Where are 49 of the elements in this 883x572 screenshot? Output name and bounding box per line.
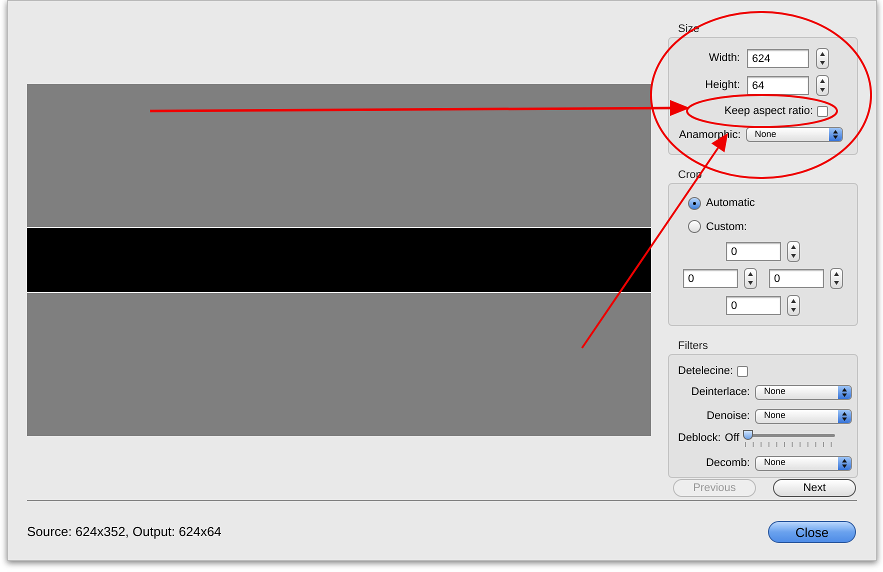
filter-label: Decomb: xyxy=(706,456,750,471)
radio-label: Automatic xyxy=(706,196,755,211)
width-label: Width: xyxy=(708,51,740,66)
filter-label: Deinterlace: xyxy=(691,384,750,400)
radio-button[interactable] xyxy=(688,196,701,210)
number-field[interactable]: 64 xyxy=(747,76,809,95)
popup-menu[interactable]: None xyxy=(746,127,843,142)
filter-label: Denoise: xyxy=(706,408,750,424)
stepper[interactable] xyxy=(744,268,757,289)
stepper-arrows-icon xyxy=(820,52,825,65)
radio-button[interactable] xyxy=(688,220,701,234)
slider-thumb[interactable] xyxy=(743,430,754,440)
status-text: Source: 624x352, Output: 624x64 xyxy=(27,523,222,542)
stepper-arrows-icon xyxy=(820,79,825,92)
popup-arrows-icon xyxy=(842,458,847,468)
popup-menu[interactable]: None xyxy=(755,384,852,400)
popup-menu[interactable]: None xyxy=(755,456,852,470)
number-field[interactable]: 0 xyxy=(726,242,781,261)
stepper-arrows-icon xyxy=(834,272,839,285)
anamorphic-label: Anamorphic: xyxy=(679,128,741,142)
filter-label: Detelecine: xyxy=(678,364,734,379)
number-field[interactable]: 624 xyxy=(747,49,809,68)
stepper-arrows-icon xyxy=(791,299,796,312)
nav-button[interactable]: Next xyxy=(773,479,856,497)
popup-arrows-icon xyxy=(842,388,847,396)
stepper[interactable] xyxy=(787,295,800,316)
stepper-arrows-icon xyxy=(748,272,753,285)
height-label: Height: xyxy=(705,78,740,94)
checkbox[interactable] xyxy=(817,106,828,117)
slider-track[interactable] xyxy=(743,430,836,448)
stepper[interactable] xyxy=(830,268,843,289)
group-title: Filters xyxy=(677,340,709,353)
number-field[interactable]: 0 xyxy=(769,269,824,288)
number-field[interactable]: 0 xyxy=(683,269,738,288)
stepper[interactable] xyxy=(816,48,829,69)
popup-arrows-icon xyxy=(832,130,838,140)
radio-label: Custom: xyxy=(706,220,747,234)
keep-aspect-label: Keep aspect ratio: xyxy=(724,104,813,119)
stepper[interactable] xyxy=(787,241,800,262)
close-button[interactable]: Close xyxy=(768,521,856,543)
stepper[interactable] xyxy=(816,75,829,96)
slider-reading: Off xyxy=(724,431,740,446)
checkbox[interactable] xyxy=(737,366,748,376)
slider-ticks-icon xyxy=(745,442,834,447)
popup-arrows-icon xyxy=(842,412,847,420)
popup-menu[interactable]: None xyxy=(755,408,852,424)
filter-label: Deblock: xyxy=(678,431,721,446)
number-field[interactable]: 0 xyxy=(726,296,781,315)
stepper-arrows-icon xyxy=(791,245,796,258)
